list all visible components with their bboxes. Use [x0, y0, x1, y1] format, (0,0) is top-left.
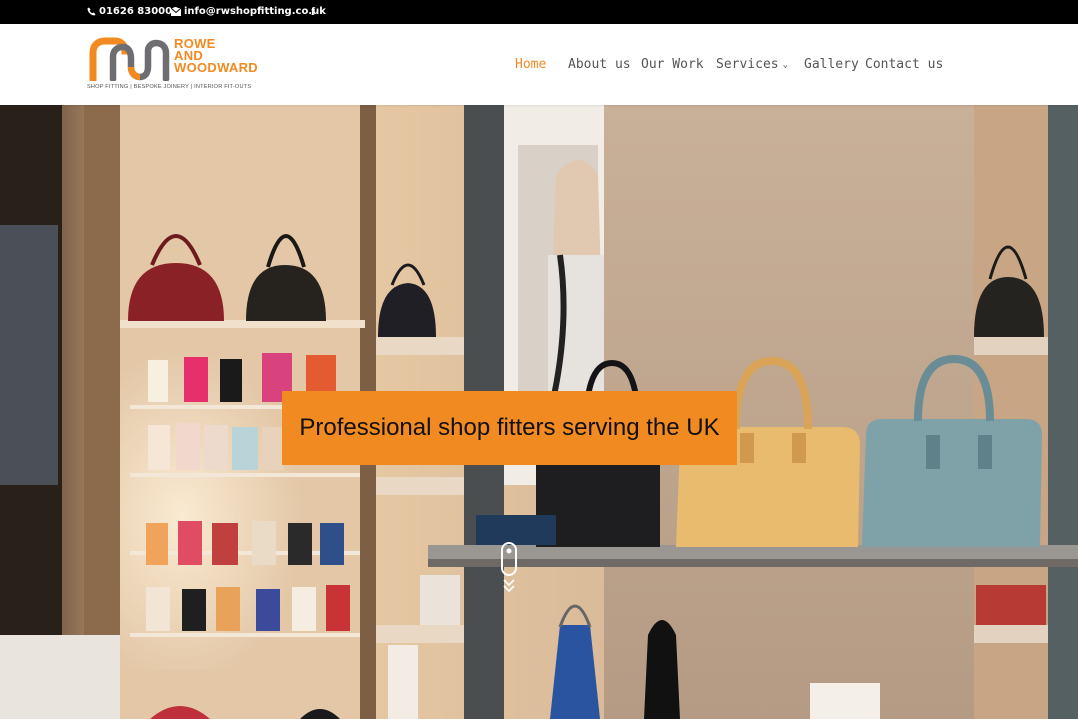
nav-home[interactable]: Home — [515, 57, 546, 72]
logo-tagline: SHOP FITTING | BESPOKE JOINERY | INTERIO… — [87, 84, 252, 90]
logo[interactable]: ROWE AND WOODWARD SHOP FITTING | BESPOKE… — [87, 35, 287, 95]
envelope-icon — [171, 7, 181, 16]
nav-services[interactable]: Services ⌄ — [716, 57, 788, 72]
email-address: info@rwshopfitting.co.uk — [184, 6, 326, 17]
nav-our-work[interactable]: Our Work — [641, 57, 704, 72]
facebook-icon[interactable]: f — [311, 4, 315, 19]
nav-contact[interactable]: Contact us — [865, 57, 943, 72]
phone-icon — [87, 7, 96, 16]
nav-gallery[interactable]: Gallery — [804, 57, 859, 72]
site-header: ROWE AND WOODWARD SHOP FITTING | BESPOKE… — [0, 24, 1078, 105]
top-bar: 01626 830000 info@rwshopfitting.co.uk f — [0, 0, 1078, 24]
hero-heading-box: Professional shop fitters serving the UK — [282, 391, 737, 465]
phone-number: 01626 830000 — [99, 6, 180, 17]
rw-logo-mark — [89, 37, 170, 81]
email-link[interactable]: info@rwshopfitting.co.uk — [171, 6, 326, 17]
logo-wordmark: ROWE AND WOODWARD — [174, 37, 258, 75]
hero-banner: Professional shop fitters serving the UK — [0, 105, 1078, 719]
nav-about[interactable]: About us — [568, 57, 631, 72]
logo-line-woodward: WOODWARD — [174, 60, 258, 75]
hero-heading: Professional shop fitters serving the UK — [299, 414, 720, 441]
nav-services-label: Services — [716, 57, 779, 72]
chevron-down-icon: ⌄ — [782, 60, 789, 70]
scroll-down-icon[interactable] — [500, 542, 518, 594]
phone-link[interactable]: 01626 830000 — [87, 6, 179, 17]
